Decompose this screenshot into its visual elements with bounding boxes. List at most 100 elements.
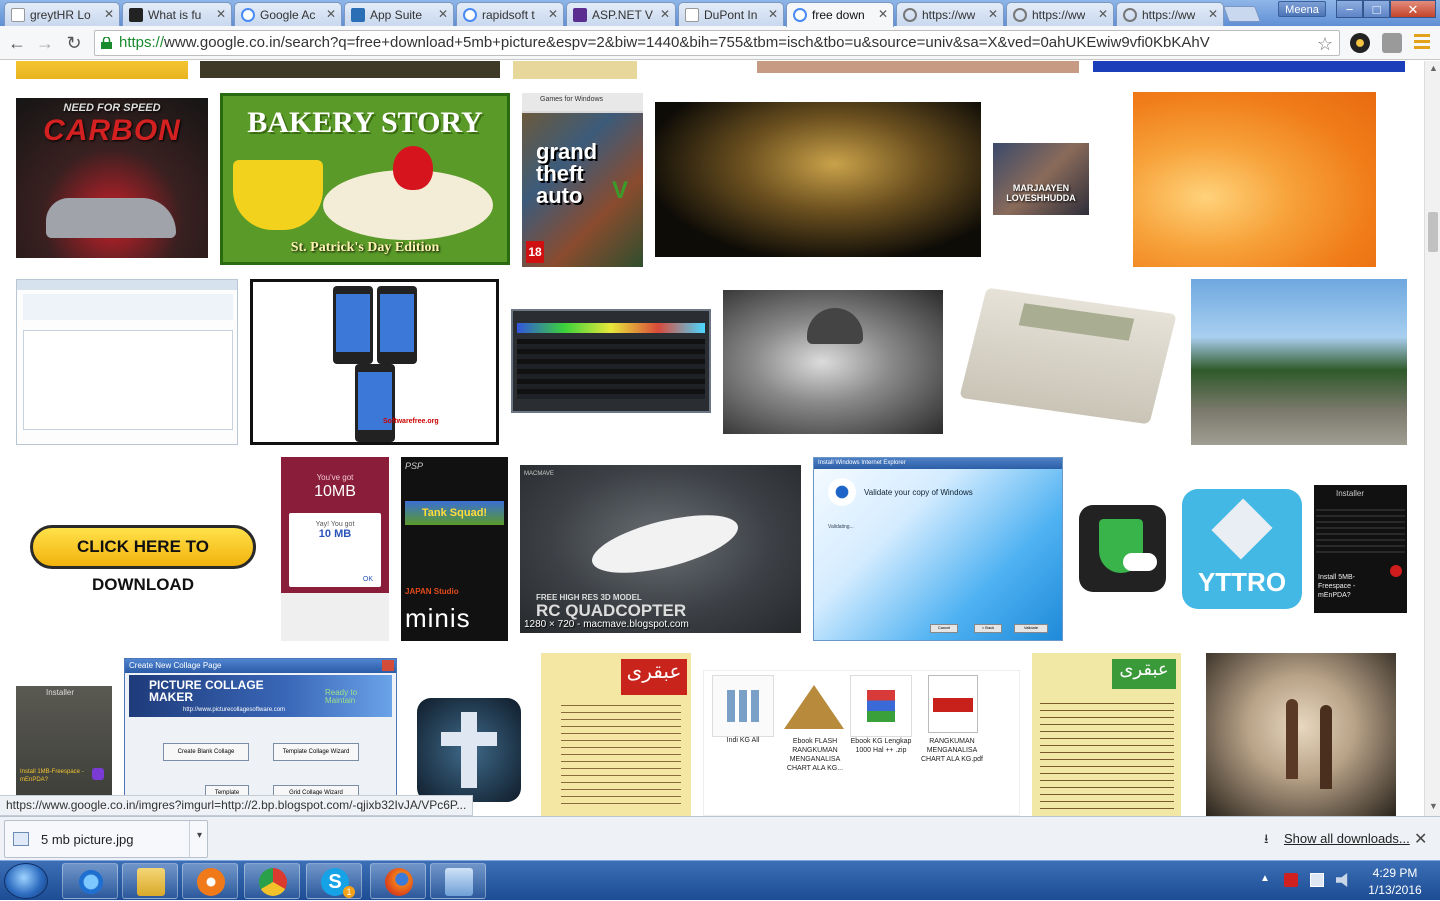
clock-date[interactable]: 1/13/2016	[1360, 883, 1430, 897]
image-result-cloud-shield[interactable]	[1075, 501, 1170, 596]
image-result-keys[interactable]	[1206, 653, 1396, 816]
network-icon[interactable]	[1310, 873, 1324, 887]
tab-google-ac[interactable]: Google Ac ✕	[234, 2, 342, 26]
image-result-quadcopter[interactable]: MACMAVE FREE HIGH RES 3D MODEL RC QUADCO…	[520, 465, 801, 633]
image-result-urdu-magazine-2[interactable]: عبقری	[1032, 653, 1181, 816]
loading-icon	[1123, 7, 1137, 22]
image-result-need-for-speed[interactable]: NEED FOR SPEED CARBON	[16, 98, 208, 258]
tab-rapidsoft[interactable]: rapidsoft t ✕	[456, 2, 564, 26]
maximize-button[interactable]: □	[1363, 0, 1390, 18]
close-icon[interactable]: ✕	[216, 7, 226, 21]
lock-icon	[101, 37, 112, 49]
image-result-marjaayen[interactable]: MARJAAYEN LOVESHHUDDA	[993, 143, 1089, 215]
close-icon[interactable]: ✕	[1098, 7, 1108, 21]
chevron-down-icon[interactable]: ▾	[189, 821, 209, 857]
close-icon[interactable]: ✕	[438, 7, 448, 21]
extension-puzzle-icon[interactable]	[1382, 33, 1402, 53]
tab-app-suite[interactable]: App Suite ✕	[344, 2, 454, 26]
close-icon[interactable]: ✕	[326, 7, 336, 21]
close-icon[interactable]: ✕	[878, 7, 888, 21]
image-result-click-here[interactable]: CLICK HERE TO DOWNLOAD	[16, 507, 269, 591]
download-item[interactable]: 5 mb picture.jpg ▾	[4, 820, 208, 858]
file-list	[23, 330, 233, 430]
taskbar-firefox[interactable]	[370, 863, 426, 899]
image-result-file-icons[interactable]: Indi KG All Ebook FLASH RANGKUMAN MENGAN…	[703, 670, 1020, 816]
start-button[interactable]	[4, 863, 48, 899]
image-result-schedule[interactable]	[511, 309, 711, 413]
image-result-mobile-data[interactable]: You've got 10MB Yay! You got 10 MB OK	[281, 457, 389, 641]
scroll-thumb[interactable]	[1428, 212, 1438, 252]
close-icon[interactable]: ✕	[1414, 829, 1427, 849]
app-icon-dark	[1079, 505, 1166, 592]
image-result-yttro[interactable]: YTTRO	[1182, 489, 1302, 609]
image-result[interactable]	[1093, 61, 1405, 72]
tab-https-3[interactable]: https://ww ✕	[1116, 2, 1224, 26]
image-result-collage-maker[interactable]: Create New Collage Page PICTURE COLLAGE …	[124, 658, 397, 816]
urdu-text-lines	[1040, 697, 1174, 809]
tray-expand-icon[interactable]: ▲	[1260, 873, 1274, 887]
page-scrollbar[interactable]: ▲ ▼	[1424, 61, 1440, 816]
back-button[interactable]: ←	[6, 32, 28, 54]
cross-icon-bar	[441, 732, 497, 746]
menu-icon[interactable]	[1414, 34, 1430, 50]
taskbar-chrome[interactable]	[244, 863, 300, 899]
close-icon[interactable]: ✕	[988, 7, 998, 21]
forward-button[interactable]: →	[34, 32, 56, 54]
file-label: Indi KG All	[726, 737, 760, 744]
image-result-road[interactable]	[1191, 279, 1407, 445]
taskbar-skype[interactable]: S1	[306, 863, 362, 899]
taskbar-explorer[interactable]	[122, 863, 178, 899]
taskbar-media-player[interactable]	[182, 863, 238, 899]
scroll-down-icon[interactable]: ▼	[1429, 801, 1438, 811]
new-tab-button[interactable]	[1223, 6, 1261, 22]
volume-icon[interactable]	[1336, 873, 1348, 887]
image-result-urdu-magazine[interactable]: عبقری	[541, 653, 691, 816]
taskbar-remote-desktop[interactable]	[430, 863, 486, 899]
google-icon	[793, 8, 807, 22]
tab-dupont[interactable]: DuPont In ✕	[678, 2, 784, 26]
close-icon[interactable]: ✕	[548, 7, 558, 21]
address-bar[interactable]: https://www.google.co.in/search?q=free+d…	[94, 30, 1340, 56]
image-result-gta-v[interactable]: Games for Windows grand theft auto V 18	[522, 93, 643, 267]
chrome-icon	[259, 868, 287, 896]
image-result-phones[interactable]: Softwarefree.org	[250, 279, 499, 445]
image-result-bakery-story[interactable]: BAKERY STORY St. Patrick's Day Edition	[220, 93, 510, 265]
coffee-cup-shape	[233, 160, 323, 230]
cloud-icon	[1123, 553, 1157, 571]
user-profile-badge[interactable]: Meena	[1278, 1, 1326, 17]
image-result-person-video[interactable]	[723, 290, 943, 434]
scroll-up-icon[interactable]: ▲	[1429, 63, 1438, 73]
bookmark-star-icon[interactable]: ☆	[1316, 32, 1333, 55]
close-icon[interactable]: ✕	[660, 7, 670, 21]
tab-what-is[interactable]: What is fu ✕	[122, 2, 232, 26]
image-result-hair[interactable]	[655, 102, 981, 257]
action-center-icon[interactable]	[1284, 873, 1298, 887]
tab-free-download[interactable]: free down ✕	[786, 2, 894, 27]
image-result-installer-right[interactable]: Installer Install 5MB-Freespace - mEnPDA…	[1314, 485, 1407, 613]
show-all-downloads-link[interactable]: Show all downloads...	[1284, 831, 1410, 846]
image-result[interactable]	[16, 61, 188, 79]
tab-aspnet[interactable]: ASP.NET V ✕	[566, 2, 676, 26]
tab-https-1[interactable]: https://ww ✕	[896, 2, 1004, 26]
window-close-button[interactable]: ✕	[1390, 0, 1436, 18]
image-result-software-window[interactable]	[16, 279, 238, 445]
image-result[interactable]	[200, 61, 500, 78]
image-result-psp-minis[interactable]: PSP Tank Squad! JAPAN Studio minis	[401, 457, 508, 641]
image-result-ie-validate[interactable]: Install Windows Internet Explorer Valida…	[813, 457, 1063, 641]
image-result-orange-wallpaper[interactable]	[1133, 92, 1376, 267]
extension-icon[interactable]	[1350, 33, 1370, 53]
minimize-button[interactable]: −	[1336, 0, 1363, 18]
close-icon[interactable]: ✕	[104, 7, 114, 21]
image-file-icon	[13, 832, 29, 846]
image-result-calculator[interactable]	[955, 279, 1179, 445]
reload-button[interactable]: ↻	[63, 32, 85, 54]
clock-time[interactable]: 4:29 PM	[1360, 866, 1430, 880]
taskbar-internet-explorer[interactable]	[62, 863, 118, 899]
tab-greythr[interactable]: greytHR Lo ✕	[4, 2, 120, 26]
minis-logo: minis	[405, 603, 471, 633]
close-icon[interactable]: ✕	[1208, 7, 1218, 21]
tab-https-2[interactable]: https://ww ✕	[1006, 2, 1114, 26]
image-result[interactable]	[513, 61, 637, 79]
image-result[interactable]	[757, 61, 1079, 73]
close-icon[interactable]: ✕	[768, 7, 778, 21]
